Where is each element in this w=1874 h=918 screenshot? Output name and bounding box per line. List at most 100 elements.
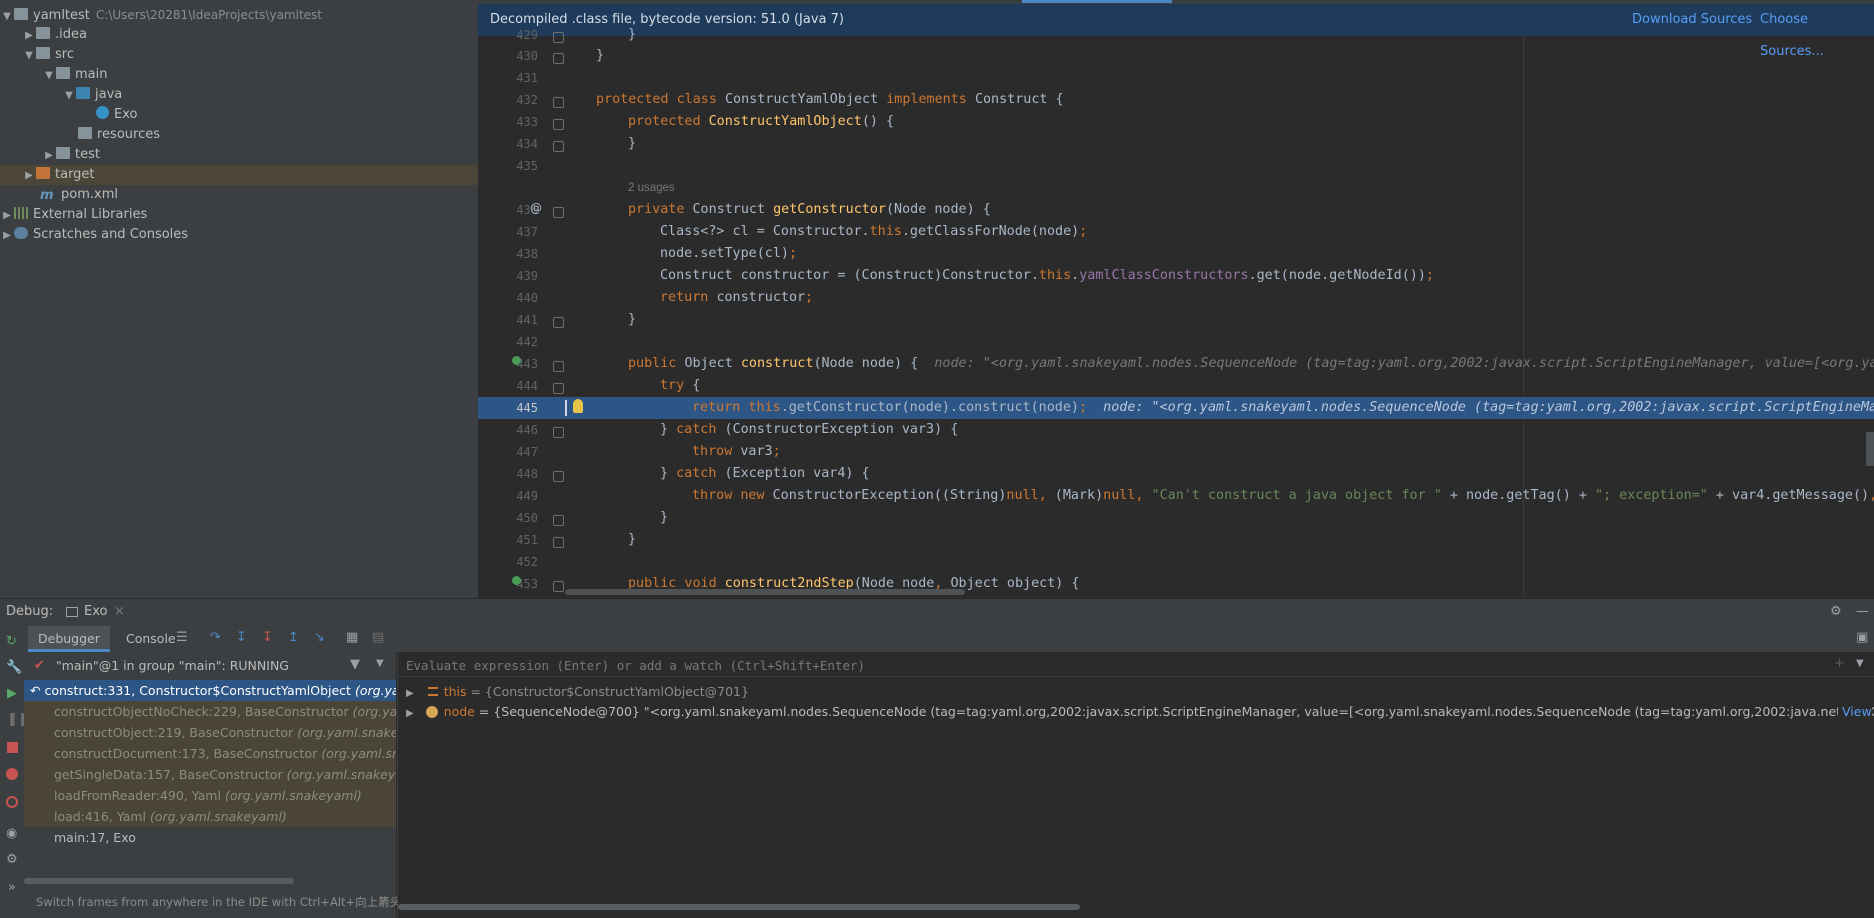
fold-marker-icon[interactable] (553, 537, 564, 548)
tree-item-exo[interactable]: Exo (0, 105, 478, 125)
frame-row[interactable]: constructObject:219, BaseConstructor (or… (24, 722, 396, 743)
step-out-icon[interactable]: ↥ (288, 630, 299, 645)
line-number: 437 (516, 225, 538, 239)
tree-item-label: .idea (55, 27, 87, 42)
chevron-down-icon[interactable]: ▼ (376, 658, 384, 669)
chevron-right-icon[interactable]: ▶ (0, 206, 14, 226)
tree-item-idea[interactable]: ▶ .idea (0, 25, 478, 45)
mute-breakpoints-icon[interactable] (6, 796, 18, 808)
filter-icon[interactable]: ▼ (350, 657, 360, 672)
frame-row[interactable]: constructDocument:173, BaseConstructor (… (24, 743, 396, 764)
download-sources-link[interactable]: Download Sources (1632, 4, 1752, 36)
vertical-scrollbar[interactable] (1866, 432, 1874, 466)
fold-marker-icon[interactable] (553, 581, 564, 592)
fold-marker-icon[interactable] (553, 361, 564, 372)
tree-item-target[interactable]: ▶ target (0, 165, 478, 185)
frame-row[interactable]: constructObjectNoCheck:229, BaseConstruc… (24, 701, 396, 722)
close-icon[interactable]: × (378, 894, 389, 909)
stop-icon[interactable] (7, 742, 18, 753)
tree-item-resources[interactable]: resources (0, 125, 478, 145)
fold-marker-icon[interactable] (553, 141, 564, 152)
debug-label: Debug: (6, 604, 54, 619)
view-breakpoints-icon[interactable] (6, 768, 18, 780)
frame-method: construct:331, Constructor$ConstructYaml… (44, 683, 351, 698)
line-number: 443 (516, 357, 538, 371)
usages-hint[interactable]: 2 usages (628, 182, 675, 194)
layout-icon[interactable]: ▣ (1856, 630, 1868, 645)
line-number: 440 (516, 291, 538, 305)
fold-marker-icon[interactable] (553, 53, 564, 64)
variable-row-this[interactable]: ▶ this = {Constructor$ConstructYamlObjec… (398, 682, 749, 702)
tree-item-test[interactable]: ▶ test (0, 145, 478, 165)
variable-value: = {SequenceNode@700} "<org.yaml.snakeyam… (478, 704, 1874, 719)
fold-marker-icon[interactable] (553, 119, 564, 130)
tree-item-external-libraries[interactable]: ▶ External Libraries (0, 205, 478, 225)
fold-marker-icon[interactable] (553, 471, 564, 482)
step-over-icon[interactable]: ↷ (210, 630, 221, 645)
evaluate-expression-icon[interactable]: ▦ (346, 630, 358, 645)
settings-icon[interactable]: ⚙ (6, 852, 18, 867)
frame-row[interactable]: main:17, Exo (24, 827, 396, 848)
run-to-cursor-icon[interactable]: ↘ (314, 630, 325, 645)
code-line: } (628, 312, 637, 327)
variables-scrollbar[interactable] (398, 904, 1080, 910)
choose-sources-link[interactable]: Choose Sources... (1760, 4, 1874, 68)
fold-marker-icon[interactable] (553, 207, 564, 218)
frames-scrollbar[interactable] (24, 878, 294, 884)
chevron-right-icon[interactable]: ▶ (406, 708, 414, 719)
thread-selector[interactable]: "main"@1 in group "main": RUNNING (56, 658, 289, 673)
chevron-right-icon[interactable]: ▶ (406, 688, 414, 699)
chevron-down-icon[interactable]: ▼ (62, 86, 76, 106)
step-into-icon[interactable]: ↧ (236, 630, 247, 645)
override-marker-icon[interactable] (512, 576, 521, 585)
code-line: } (596, 48, 605, 63)
fold-marker-icon[interactable] (553, 427, 564, 438)
view-link[interactable]: View (1838, 702, 1872, 722)
frame-row[interactable]: load:416, Yaml (org.yaml.snakeyaml) (24, 806, 396, 827)
frame-row[interactable]: loadFromReader:490, Yaml (org.yaml.snake… (24, 785, 396, 806)
tree-item-scratches[interactable]: ▶ Scratches and Consoles (0, 225, 478, 245)
camera-icon[interactable]: ◉ (6, 826, 17, 841)
chevron-down-icon[interactable]: ▼ (0, 7, 14, 27)
chevron-right-icon[interactable]: ▶ (42, 146, 56, 166)
code-line: Construct constructor = (Construct)Const… (660, 268, 1434, 283)
frames-panel: ✔ "main"@1 in group "main": RUNNING ▼ ▼ … (24, 652, 412, 918)
evaluate-expression-input[interactable]: Evaluate expression (Enter) or add a wat… (406, 658, 1846, 673)
variable-row-node[interactable]: ▶ node = {SequenceNode@700} "<org.yaml.s… (398, 702, 1874, 722)
frame-row[interactable]: getSingleData:157, BaseConstructor (org.… (24, 764, 396, 785)
chevron-right-icon[interactable]: ▶ (0, 226, 14, 246)
tree-item-main[interactable]: ▼ main (0, 65, 478, 85)
tree-item-root[interactable]: ▼ yamltest C:\Users\20281\IdeaProjects\yam… (0, 5, 478, 25)
override-marker-icon[interactable] (512, 356, 521, 365)
expand-icon[interactable]: » (8, 880, 16, 895)
fold-marker-icon[interactable] (553, 317, 564, 328)
minimize-icon[interactable]: — (1856, 599, 1869, 625)
fold-marker-icon[interactable] (553, 97, 564, 108)
fold-marker-icon[interactable] (553, 515, 564, 526)
close-icon[interactable]: × (114, 599, 125, 625)
resume-icon[interactable]: ▶ (7, 686, 17, 701)
chevron-down-icon[interactable]: ▼ (22, 46, 36, 66)
fold-marker-icon[interactable] (553, 32, 564, 43)
trace-icon[interactable]: ▤ (372, 630, 384, 645)
tab-debugger[interactable]: Debugger (28, 626, 110, 652)
rerun-icon[interactable]: ↻ (6, 634, 17, 649)
force-step-into-icon[interactable]: ↧ (262, 630, 273, 645)
chevron-down-icon[interactable]: ▼ (42, 66, 56, 86)
lightbulb-icon[interactable] (573, 399, 583, 413)
horizontal-scrollbar[interactable] (565, 589, 965, 595)
frame-row-selected[interactable]: ↶ construct:331, Constructor$ConstructYam… (24, 680, 396, 701)
gear-icon[interactable]: ⚙ (1830, 599, 1842, 625)
tree-item-java[interactable]: ▼ java (0, 85, 478, 105)
tree-item-src[interactable]: ▼ src (0, 45, 478, 65)
wrench-icon[interactable]: 🔧 (6, 660, 22, 675)
chevron-right-icon[interactable]: ▶ (22, 26, 36, 46)
fold-marker-icon[interactable] (553, 383, 564, 394)
line-number: 441 (516, 313, 538, 327)
add-watch-icon[interactable]: + (1834, 656, 1845, 671)
layout-menu-icon[interactable]: ☰ (176, 630, 188, 645)
run-config-tab[interactable]: Exo (84, 599, 107, 625)
chevron-right-icon[interactable]: ▶ (22, 166, 36, 186)
tree-item-pom[interactable]: m pom.xml (0, 185, 478, 205)
chevron-down-icon[interactable]: ▼ (1856, 658, 1864, 669)
